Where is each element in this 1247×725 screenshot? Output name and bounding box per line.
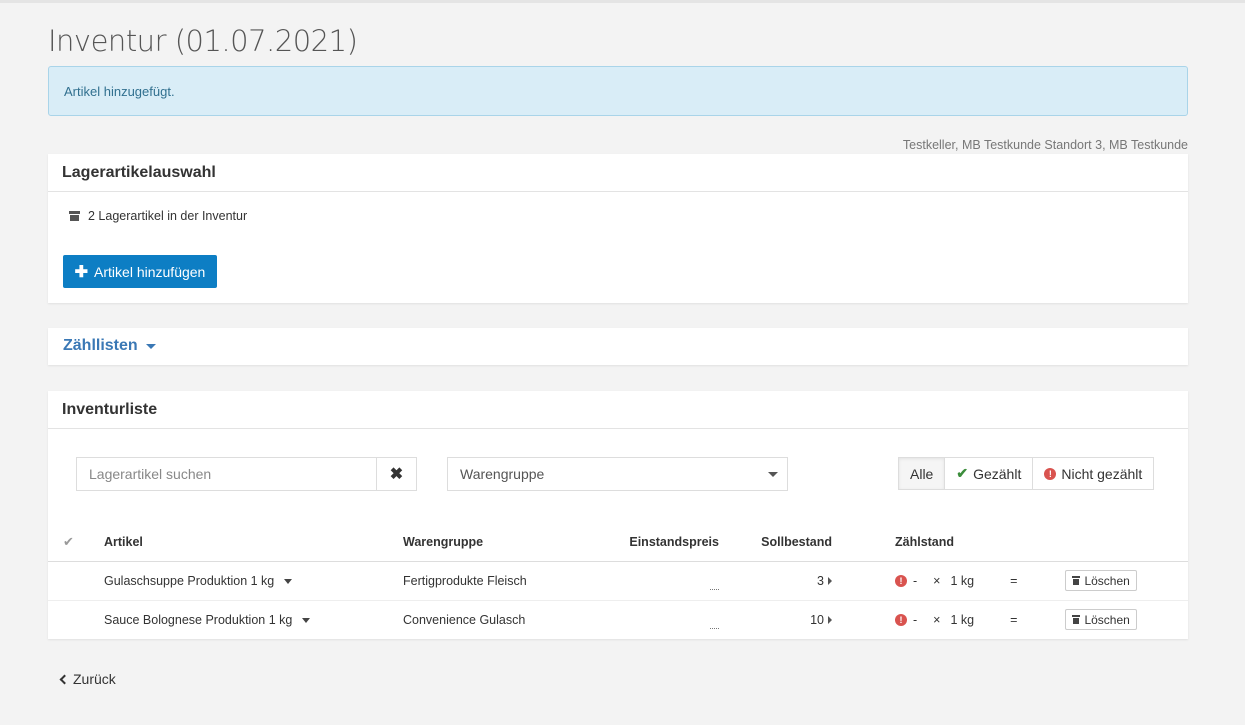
stock-count-line: 2 Lagerartikel in der Inventur: [69, 209, 247, 223]
check-icon: ✔: [956, 465, 969, 481]
table-row: Sauce Bolognese Produktion 1 kg Convenie…: [48, 600, 1188, 639]
column-header-article: Artikel: [104, 523, 403, 562]
chevron-down-icon: [768, 472, 778, 477]
back-link[interactable]: Zurück: [59, 671, 116, 687]
filter-all-button[interactable]: Alle: [899, 458, 945, 489]
column-header-group: Warengruppe: [403, 523, 608, 562]
product-group-select[interactable]: Warengruppe: [447, 457, 788, 491]
location-text: Testkeller, MB Testkunde Standort 3, MB …: [902, 138, 1188, 152]
count-cell: ! - × 1 kg = Löschen: [835, 600, 1188, 639]
chevron-left-icon: [59, 674, 70, 684]
inventory-table: ✔ Artikel Warengruppe Einstandspreis Sol…: [48, 523, 1188, 639]
delete-label: Löschen: [1084, 612, 1130, 627]
caret-right-icon: [828, 577, 832, 586]
equals-sign: =: [1010, 612, 1018, 627]
multiply-sign: ×: [933, 573, 941, 588]
column-header-count: Zählstand: [835, 523, 1188, 562]
success-alert: Artikel hinzugefügt.: [48, 66, 1188, 116]
target-cell[interactable]: 10: [719, 600, 835, 639]
article-search-input[interactable]: [77, 458, 376, 490]
delete-button[interactable]: Löschen: [1065, 609, 1137, 631]
filter-counted-button[interactable]: ✔ Gezählt: [944, 458, 1033, 489]
caret-down-icon[interactable]: [301, 617, 310, 623]
count-lists-toggle[interactable]: Zähllisten: [63, 337, 156, 355]
table-row: Gulaschsuppe Produktion 1 kg Fertigprodu…: [48, 561, 1188, 601]
column-header-target: Sollbestand: [719, 523, 835, 562]
panel-title: Lagerartikelauswahl: [48, 154, 1188, 192]
group-cell: Fertigprodukte Fleisch: [403, 561, 608, 601]
count-value[interactable]: -: [913, 613, 917, 627]
trash-icon: [1072, 576, 1081, 585]
group-cell: Convenience Gulasch: [403, 612, 526, 627]
exclamation-circle-icon: !: [1044, 467, 1057, 480]
delete-button[interactable]: Löschen: [1065, 570, 1137, 591]
price-placeholder: ...: [710, 622, 719, 629]
top-border: [0, 0, 1247, 3]
inventory-list-panel: Inventurliste ✖ Warengruppe Alle ✔ Gezäh…: [48, 391, 1188, 639]
count-value[interactable]: -: [913, 574, 917, 588]
stock-count-text: 2 Lagerartikel in der Inventur: [88, 209, 248, 223]
exclamation-circle-icon: !: [895, 613, 907, 626]
delete-label: Löschen: [1084, 573, 1130, 588]
archive-box-icon: [69, 211, 80, 221]
add-article-button[interactable]: ✚ Artikel hinzufügen: [63, 255, 217, 288]
filter-not-counted-button[interactable]: ! Nicht gezählt: [1032, 458, 1154, 489]
count-cell: ! - × 1 kg = Löschen: [835, 561, 1188, 601]
panel-title: Inventurliste: [48, 391, 1188, 429]
caret-down-icon: [145, 343, 156, 349]
clear-search-button[interactable]: ✖: [376, 458, 416, 490]
close-icon: ✖: [389, 466, 404, 483]
search-group: ✖: [76, 457, 417, 491]
filter-all-label: Alle: [910, 465, 934, 482]
count-filter-group: Alle ✔ Gezählt ! Nicht gezählt: [898, 457, 1155, 490]
target-value: 10: [810, 612, 824, 627]
filter-not-counted-label: Nicht gezählt: [1061, 465, 1143, 482]
price-placeholder: ...: [710, 583, 719, 590]
article-name: Sauce Bolognese Produktion 1 kg: [104, 612, 293, 627]
article-cell[interactable]: Sauce Bolognese Produktion 1 kg: [104, 600, 403, 639]
filter-counted-label: Gezählt: [973, 465, 1022, 482]
stock-selection-panel: Lagerartikelauswahl 2 Lagerartikel in de…: [48, 154, 1188, 303]
target-cell[interactable]: 3: [719, 561, 835, 601]
article-cell[interactable]: Gulaschsuppe Produktion 1 kg: [104, 561, 403, 601]
count-lists-panel: Zähllisten: [48, 328, 1188, 365]
count-lists-title: Zähllisten: [63, 337, 138, 354]
table-header-row: ✔ Artikel Warengruppe Einstandspreis Sol…: [48, 523, 1188, 562]
unit-size: 1 kg: [950, 573, 975, 588]
caret-down-icon[interactable]: [283, 578, 292, 584]
trash-icon: [1072, 615, 1081, 625]
unit-size: 1 kg: [950, 612, 975, 627]
row-select-cell: [48, 561, 104, 601]
exclamation-circle-icon: !: [895, 574, 907, 587]
plus-icon: ✚: [74, 263, 89, 281]
price-cell[interactable]: ...: [608, 600, 719, 639]
page-title: Inventur (01.07.2021): [48, 24, 358, 58]
column-header-price: Einstandspreis: [608, 523, 719, 562]
select-all-column[interactable]: ✔: [48, 523, 104, 562]
target-value: 3: [817, 573, 824, 588]
row-select-cell: [48, 600, 104, 639]
multiply-sign: ×: [933, 612, 941, 627]
back-link-label: Zurück: [73, 671, 116, 687]
add-article-label: Artikel hinzufügen: [94, 263, 206, 280]
equals-sign: =: [1010, 573, 1018, 588]
price-cell[interactable]: ...: [608, 561, 719, 601]
product-group-select-value: Warengruppe: [460, 466, 545, 482]
check-icon: ✔: [63, 533, 74, 549]
caret-right-icon: [828, 616, 832, 625]
article-name: Gulaschsuppe Produktion 1 kg: [104, 573, 275, 588]
